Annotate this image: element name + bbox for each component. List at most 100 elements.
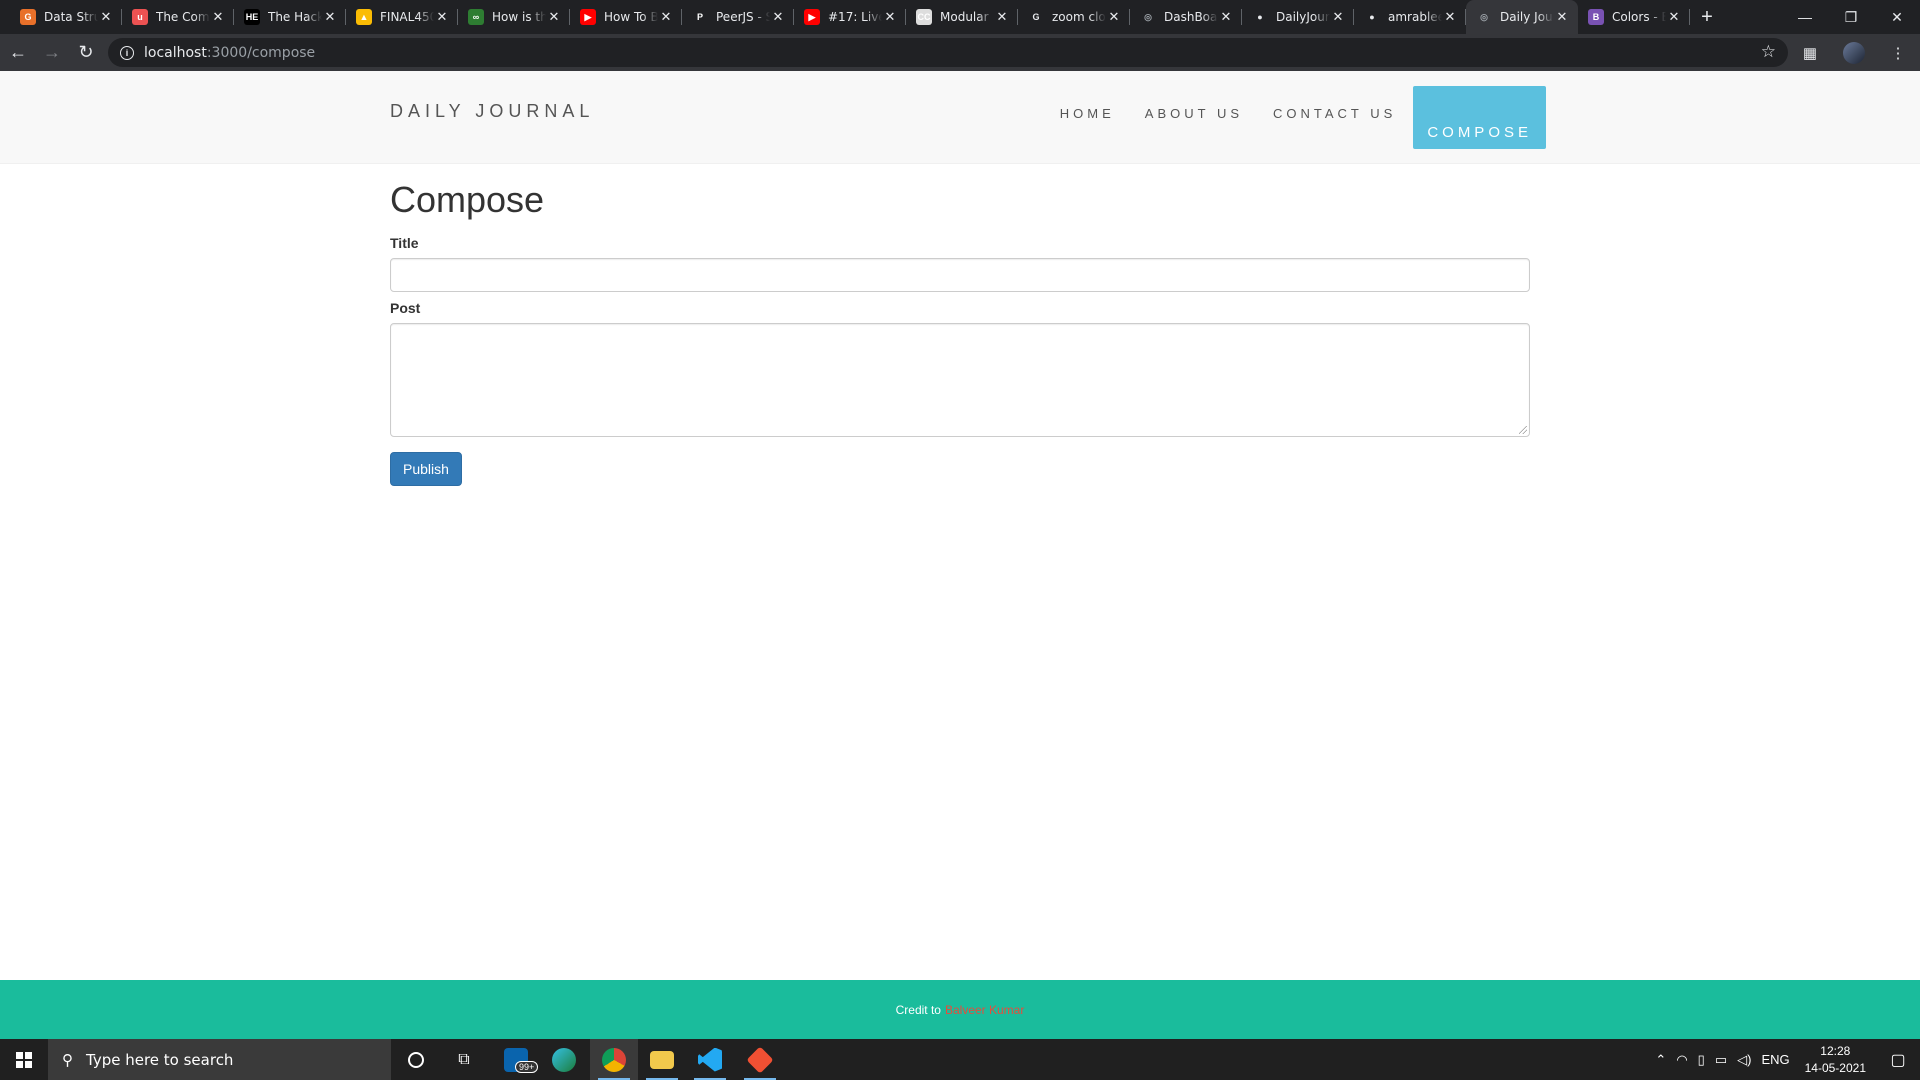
- page-title: Compose: [390, 179, 545, 220]
- browser-tab-title: zoom clone: [1052, 10, 1106, 24]
- nav-contact-link[interactable]: CONTACT US: [1258, 86, 1411, 149]
- git-app[interactable]: [736, 1039, 784, 1080]
- github-icon: ●: [1257, 12, 1263, 22]
- browser-tab[interactable]: ◎ Daily Journal✕: [1466, 0, 1578, 34]
- windows-taskbar: ⚲ Type here to search ⧉ 99+ ⌃ ◠ ▯ ▭ ◁) E…: [0, 1039, 1920, 1080]
- browser-tab[interactable]: ▶ #17: Live ✕: [794, 0, 906, 34]
- extension-icon[interactable]: ▦: [1788, 34, 1832, 71]
- tray-chevron-icon[interactable]: ⌃: [1650, 1052, 1671, 1068]
- clock[interactable]: 12:28 14-05-2021: [1795, 1043, 1876, 1077]
- nav-home-link[interactable]: HOME: [1045, 86, 1130, 149]
- browser-tab-title: FINAL450: [380, 10, 434, 24]
- browser-tab[interactable]: ▶ How To Build✕: [570, 0, 682, 34]
- device-icon[interactable]: ▯: [1693, 1052, 1710, 1068]
- browser-tab-title: amrablee: [1388, 10, 1442, 24]
- minimize-icon[interactable]: —: [1782, 0, 1828, 34]
- edge-app[interactable]: [540, 1039, 588, 1080]
- tab-close-icon[interactable]: ✕: [994, 9, 1010, 25]
- taskbar-search[interactable]: ⚲ Type here to search: [48, 1039, 391, 1080]
- peerjs-icon: P: [696, 12, 703, 22]
- chrome-app[interactable]: [590, 1039, 638, 1080]
- tab-close-icon[interactable]: ✕: [1666, 9, 1682, 25]
- youtube-live-icon: ▶: [804, 9, 820, 25]
- browser-tab-title: DashBoard: [1164, 10, 1218, 24]
- tab-close-icon[interactable]: ✕: [1106, 9, 1122, 25]
- tab-close-icon[interactable]: ✕: [98, 9, 114, 25]
- browser-tab[interactable]: B Colors - Bootstrap✕: [1578, 0, 1690, 34]
- browser-menu-icon[interactable]: ⋮: [1876, 34, 1920, 71]
- search-icon: ⚲: [62, 1051, 73, 1069]
- restore-icon[interactable]: ❐: [1828, 0, 1874, 34]
- site-brand[interactable]: DAILY JOURNAL: [390, 101, 594, 122]
- bookmark-star-icon[interactable]: ☆: [1761, 42, 1776, 62]
- title-label: Title: [390, 235, 419, 251]
- volume-icon[interactable]: ◁): [1732, 1052, 1756, 1068]
- url-path: :3000/compose: [206, 44, 316, 61]
- publish-button[interactable]: Publish: [390, 452, 462, 486]
- site-info-icon[interactable]: i: [120, 45, 134, 60]
- tab-close-icon[interactable]: ✕: [546, 9, 562, 25]
- language-indicator[interactable]: ENG: [1756, 1052, 1794, 1067]
- browser-tab[interactable]: ▲ FINAL450 ✕: [346, 0, 458, 34]
- youtube-icon: ▶: [580, 9, 596, 25]
- web-page: DAILY JOURNAL HOME ABOUT US CONTACT US C…: [0, 71, 1920, 1039]
- tab-close-icon[interactable]: ✕: [882, 9, 898, 25]
- window-controls: — ❐ ✕: [1782, 0, 1920, 34]
- task-view-icon: ⧉: [458, 1050, 470, 1068]
- windows-logo-icon: [16, 1051, 32, 1068]
- resize-handle-icon[interactable]: [1519, 426, 1527, 434]
- vscode-app[interactable]: [686, 1039, 734, 1080]
- post-textarea[interactable]: [390, 323, 1530, 437]
- browser-tab[interactable]: G Data Structures✕: [10, 0, 122, 34]
- cortana-button[interactable]: [392, 1039, 440, 1080]
- browser-tab[interactable]: ∞ How is that✕: [458, 0, 570, 34]
- tab-close-icon[interactable]: ✕: [1554, 9, 1570, 25]
- browser-tab[interactable]: ● DailyJournal✕: [1242, 0, 1354, 34]
- browser-tab-title: Daily Journal: [1500, 10, 1554, 24]
- title-input[interactable]: [390, 258, 1530, 292]
- wifi-icon[interactable]: ◠: [1671, 1052, 1692, 1068]
- address-bar[interactable]: i localhost:3000/compose ☆: [108, 38, 1788, 67]
- profile-avatar[interactable]: [1843, 41, 1865, 64]
- back-arrow-icon[interactable]: ←: [2, 37, 34, 69]
- clock-time: 12:28: [1820, 1043, 1851, 1058]
- browser-tab[interactable]: ◎ DashBoard✕: [1130, 0, 1242, 34]
- tab-close-icon[interactable]: ✕: [658, 9, 674, 25]
- gfg-icon: G: [20, 9, 36, 25]
- site-footer: Credit to Balveer Kumar: [0, 980, 1920, 1039]
- post-label: Post: [390, 300, 421, 316]
- tab-close-icon[interactable]: ✕: [322, 9, 338, 25]
- chrome-icon: [602, 1047, 626, 1072]
- browser-tab[interactable]: CC Modular ✕: [906, 0, 1018, 34]
- mail-badge: 99+: [515, 1061, 539, 1073]
- browser-tab[interactable]: P PeerJS - Simple✕: [682, 0, 794, 34]
- battery-icon[interactable]: ▭: [1710, 1052, 1732, 1068]
- browser-tab[interactable]: ● amrablee ✕: [1354, 0, 1466, 34]
- nav-about-link[interactable]: ABOUT US: [1130, 86, 1258, 149]
- start-button[interactable]: [0, 1039, 48, 1080]
- tab-close-icon[interactable]: ✕: [1218, 9, 1234, 25]
- tab-close-icon[interactable]: ✕: [434, 9, 450, 25]
- browser-tab[interactable]: u The Complete✕: [122, 0, 234, 34]
- reload-icon[interactable]: ↻: [70, 37, 102, 69]
- forward-arrow-icon[interactable]: →: [36, 37, 68, 69]
- nav-compose-link[interactable]: COMPOSE: [1413, 86, 1546, 149]
- browser-toolbar: ← → ↻ i localhost:3000/compose ☆ ▦ ⋮: [0, 34, 1920, 71]
- footer-credit-link[interactable]: Balveer Kumar: [945, 1003, 1024, 1017]
- close-window-icon[interactable]: ✕: [1874, 0, 1920, 34]
- file-explorer-app[interactable]: [638, 1039, 686, 1080]
- browser-tab[interactable]: HE The Hackathon✕: [234, 0, 346, 34]
- tab-close-icon[interactable]: ✕: [210, 9, 226, 25]
- browser-tab-title: Data Structures: [44, 10, 98, 24]
- new-tab-button[interactable]: +: [1690, 0, 1724, 34]
- tab-close-icon[interactable]: ✕: [1330, 9, 1346, 25]
- task-view-button[interactable]: ⧉: [440, 1039, 488, 1080]
- tab-close-icon[interactable]: ✕: [1442, 9, 1458, 25]
- mail-app[interactable]: 99+: [492, 1039, 540, 1080]
- cortana-icon: [408, 1051, 424, 1068]
- browser-tab[interactable]: Gzoom clone✕: [1018, 0, 1130, 34]
- browser-tab-strip: GData Structures✕uThe Complete✕HEThe Hac…: [0, 0, 1920, 34]
- notification-icon[interactable]: ▢: [1876, 1039, 1920, 1080]
- system-tray: ⌃ ◠ ▯ ▭ ◁) ENG 12:28 14-05-2021 ▢: [1650, 1039, 1920, 1080]
- tab-close-icon[interactable]: ✕: [770, 9, 786, 25]
